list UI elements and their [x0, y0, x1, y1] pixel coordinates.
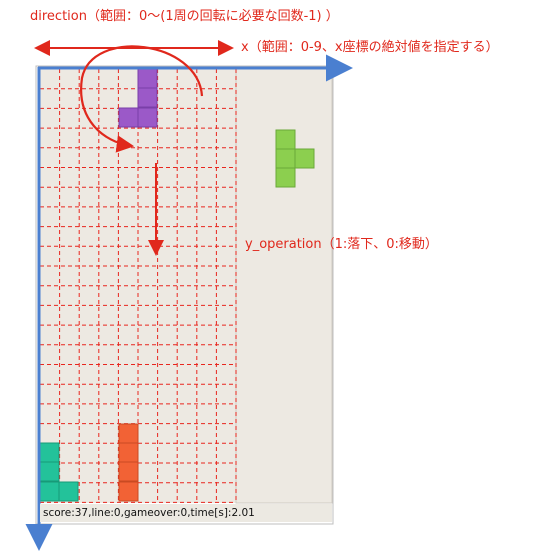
direction-annotation: direction（範囲：0〜(1周の回転に必要な回数-1) ） — [30, 9, 339, 24]
x-annotation: x（範囲：0-9、x座標の絶対値を指定する） — [241, 40, 499, 55]
tetris-diagram — [25, 40, 353, 551]
y-operation-annotation: y_operation（1:落下、0:移動） — [245, 237, 438, 252]
landed-piece-orange — [118, 423, 139, 502]
status-bar: score:37,line:0,gameover:0,time[s]:2.01 — [40, 504, 332, 522]
